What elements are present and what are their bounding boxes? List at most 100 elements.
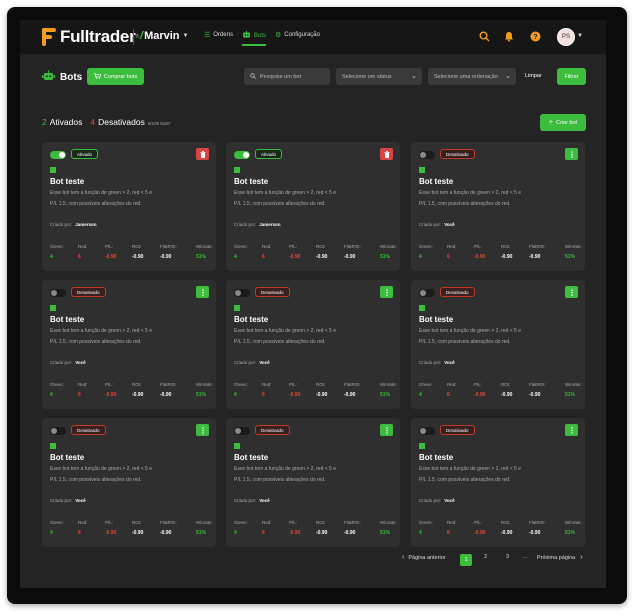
page-3-button[interactable]: 3 bbox=[506, 554, 509, 560]
bot-toggle[interactable] bbox=[234, 289, 250, 297]
bot-card[interactable]: Desativado Bot teste Esse bot tem a função… bbox=[42, 280, 216, 409]
bot-toggle[interactable] bbox=[419, 289, 435, 297]
next-page-button[interactable]: Próxima página › bbox=[537, 554, 583, 561]
brand-logo[interactable]: Fulltrader ® bbox=[42, 27, 139, 47]
creator-name: Você bbox=[75, 498, 86, 503]
stat-label: ROI: bbox=[501, 520, 511, 525]
clear-button[interactable]: Limpar bbox=[525, 73, 542, 79]
list-icon: ☰ bbox=[204, 32, 211, 39]
stat-label: Red: bbox=[447, 382, 457, 387]
bot-toggle[interactable] bbox=[419, 427, 435, 435]
status-select-value: Selecione um status bbox=[342, 73, 392, 80]
bot-toggle[interactable] bbox=[234, 151, 250, 159]
chevron-down-icon[interactable]: ▼ bbox=[577, 33, 583, 39]
bot-description: Esse bot tem a função de green > 2, red … bbox=[419, 190, 522, 207]
search-icon[interactable] bbox=[478, 30, 490, 42]
order-select[interactable]: Selecione uma ordenação ⌄ bbox=[428, 68, 516, 85]
bot-card[interactable]: Ativado Bot teste Esse bot tem a função de… bbox=[42, 142, 216, 271]
bot-color-square bbox=[234, 167, 240, 173]
more-options-button[interactable] bbox=[380, 286, 393, 298]
buy-bots-button[interactable]: Comprar bots bbox=[87, 68, 144, 85]
create-bot-button[interactable]: + Criar bot bbox=[540, 114, 586, 131]
stat-value: -0.90 bbox=[474, 530, 486, 536]
bot-creator: Criado por: Você bbox=[50, 498, 86, 503]
stat-value: 4 bbox=[50, 530, 53, 536]
bot-card[interactable]: Desativado Bot teste Esse bot tem a função… bbox=[42, 418, 216, 547]
stat-item: ROI: -0.90 bbox=[316, 520, 327, 536]
bot-card[interactable]: Desativado Bot teste Esse bot tem a função… bbox=[226, 418, 400, 547]
more-options-button[interactable] bbox=[196, 424, 209, 436]
creator-name: Jamerson bbox=[75, 222, 97, 227]
stat-label: P/L: bbox=[289, 244, 298, 249]
order-select-value: Selecione uma ordenação bbox=[434, 73, 498, 80]
toggle-knob bbox=[420, 290, 426, 296]
stat-item: FlatROI: -0.90 bbox=[529, 520, 546, 536]
bot-toggle[interactable] bbox=[50, 151, 66, 159]
help-icon[interactable]: ? bbox=[529, 30, 541, 42]
buy-bots-label: Comprar bots bbox=[103, 73, 138, 80]
status-badge: Ativado bbox=[71, 149, 99, 159]
creator-name: Você bbox=[444, 498, 455, 503]
creator-name: Você bbox=[259, 498, 270, 503]
more-options-button[interactable] bbox=[380, 424, 393, 436]
stat-label: ROI: bbox=[501, 244, 511, 249]
search-icon bbox=[250, 72, 256, 81]
fulltrader-logo-icon bbox=[42, 28, 56, 46]
status-badge: Desativado bbox=[440, 149, 475, 159]
page-title: Bots bbox=[42, 70, 82, 84]
bot-name: Bot teste bbox=[234, 315, 269, 324]
bot-card[interactable]: Ativado Bot teste Esse bot tem a função de… bbox=[226, 142, 400, 271]
bot-toggle[interactable] bbox=[234, 427, 250, 435]
delete-button[interactable] bbox=[196, 148, 209, 160]
search-input[interactable]: Pesquise um bot bbox=[244, 68, 330, 85]
chevron-down-icon: ⌄ bbox=[411, 73, 417, 80]
bot-card[interactable]: Desativado Bot teste Esse bot tem a função… bbox=[411, 418, 585, 547]
bot-toggle[interactable] bbox=[50, 427, 66, 435]
stat-value: -0.90 bbox=[105, 530, 117, 536]
stat-value: 6 bbox=[262, 392, 265, 398]
status-badge: Desativado bbox=[255, 287, 290, 297]
stat-value: -0.90 bbox=[105, 392, 117, 398]
stat-value: 4 bbox=[234, 392, 237, 398]
page-2-button[interactable]: 2 bbox=[484, 554, 487, 560]
more-options-button[interactable] bbox=[565, 286, 578, 298]
bot-card[interactable]: Desativado Bot teste Esse bot tem a função… bbox=[226, 280, 400, 409]
stat-label: ROI: bbox=[132, 382, 142, 387]
bot-card[interactable]: Desativado Bot teste Esse bot tem a função… bbox=[411, 280, 585, 409]
nav-ordens[interactable]: ☰ Ordens bbox=[204, 31, 233, 39]
stat-value: -0.90 bbox=[344, 392, 356, 398]
stat-label: Winrate: bbox=[380, 520, 397, 525]
bot-name: Bot teste bbox=[419, 315, 454, 324]
filter-button[interactable]: Filtrar bbox=[557, 68, 586, 85]
avatar[interactable]: PS bbox=[557, 28, 575, 46]
stat-item: FlatROI: -0.90 bbox=[529, 382, 546, 398]
status-badge: Ativado bbox=[255, 149, 283, 159]
creator-name: Você bbox=[75, 360, 86, 365]
stat-label: Red: bbox=[262, 244, 272, 249]
status-select[interactable]: Selecione um status ⌄ bbox=[336, 68, 422, 85]
more-options-button[interactable] bbox=[196, 286, 209, 298]
bot-toggle[interactable] bbox=[50, 289, 66, 297]
stat-value: 4 bbox=[50, 392, 53, 398]
stat-item: ROI: -0.90 bbox=[316, 382, 327, 398]
stat-item: FlatROI: -0.90 bbox=[344, 520, 361, 536]
more-options-button[interactable] bbox=[565, 424, 578, 436]
bot-toggle[interactable] bbox=[419, 151, 435, 159]
stat-value: 51% bbox=[196, 254, 207, 260]
delete-button[interactable] bbox=[380, 148, 393, 160]
inactive-count: 4 bbox=[90, 117, 96, 127]
creator-name: Você bbox=[444, 222, 455, 227]
workspace-selector[interactable]: / Marvin ▼ bbox=[140, 30, 188, 42]
more-options-button[interactable] bbox=[565, 148, 578, 160]
page-1-button[interactable]: 1 bbox=[460, 554, 472, 566]
stat-label: Green: bbox=[419, 520, 433, 525]
bell-icon[interactable] bbox=[503, 30, 515, 42]
prev-page-button[interactable]: ‹ Página anterior bbox=[402, 554, 446, 561]
nav-configuracao[interactable]: ⚙ Configuração bbox=[275, 31, 320, 39]
stat-label: Green: bbox=[50, 244, 64, 249]
stat-value: 51% bbox=[565, 254, 576, 260]
nav-bots[interactable]: Bots bbox=[242, 31, 267, 46]
stat-value: 51% bbox=[565, 392, 576, 398]
bot-card[interactable]: Desativado Bot teste Esse bot tem a função… bbox=[411, 142, 585, 271]
more-vertical-icon bbox=[385, 421, 388, 439]
